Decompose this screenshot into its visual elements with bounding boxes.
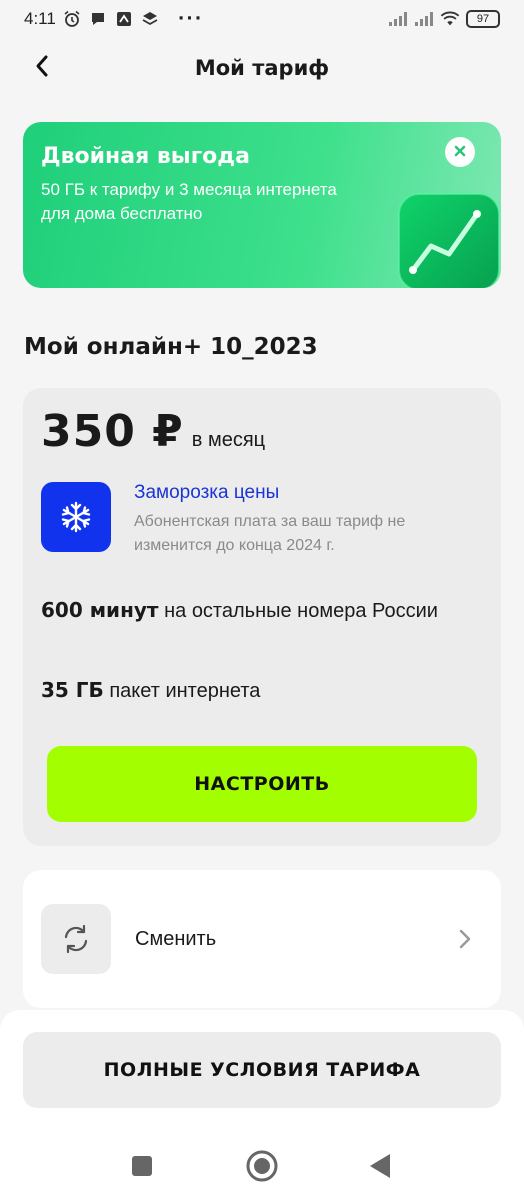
more-notifications: ··· bbox=[177, 9, 204, 29]
full-terms-button[interactable]: ПОЛНЫЕ УСЛОВИЯ ТАРИФА bbox=[23, 1032, 501, 1108]
close-icon bbox=[453, 143, 467, 162]
promo-text: 50 ГБ к тарифу и 3 месяца интернета для … bbox=[41, 180, 337, 223]
price-amount: 350 ₽ bbox=[41, 406, 184, 457]
feature-internet: 35 ГБ пакет интернета bbox=[41, 674, 481, 707]
battery-indicator: 97 bbox=[466, 10, 500, 28]
freeze-description: Абонентская плата за ваш тариф не измени… bbox=[134, 513, 406, 554]
feature-minutes-text: на остальные номера России bbox=[158, 600, 438, 622]
layers-icon bbox=[140, 9, 160, 29]
feature-internet-text: пакет интернета bbox=[103, 680, 261, 702]
status-left: 4:11 ··· bbox=[24, 9, 203, 29]
triangle-back-icon bbox=[368, 1153, 392, 1183]
signal-icon bbox=[388, 9, 408, 29]
recent-apps-button[interactable] bbox=[124, 1150, 160, 1186]
chevron-right-icon bbox=[455, 926, 475, 952]
promo-title: Двойная выгода bbox=[41, 144, 250, 169]
price: 350 ₽ в месяц bbox=[41, 406, 265, 457]
configure-button[interactable]: НАСТРОИТЬ bbox=[47, 746, 477, 822]
price-freeze: Заморозка цены Абонентская плата за ваш … bbox=[41, 482, 481, 562]
back-button[interactable] bbox=[26, 52, 58, 84]
page-title: Мой тариф bbox=[194, 56, 330, 80]
feature-minutes-value: 600 минут bbox=[41, 598, 159, 622]
system-nav-bar bbox=[0, 1136, 524, 1200]
change-label: Сменить bbox=[135, 928, 217, 950]
chart-illustration-icon bbox=[391, 190, 501, 288]
plan-name: Мой онлайн+ 10_2023 bbox=[24, 334, 318, 360]
change-plan-row[interactable]: Сменить bbox=[23, 870, 501, 1008]
feature-internet-value: 35 ГБ bbox=[41, 678, 104, 702]
home-button[interactable] bbox=[244, 1150, 280, 1186]
square-icon bbox=[131, 1155, 153, 1181]
alarm-icon bbox=[62, 9, 82, 29]
header: Мой тариф bbox=[0, 40, 524, 96]
chat-icon bbox=[88, 9, 108, 29]
signal-2-icon bbox=[414, 9, 434, 29]
system-back-button[interactable] bbox=[362, 1150, 398, 1186]
freeze-title[interactable]: Заморозка цены bbox=[134, 482, 279, 504]
status-bar: 4:11 ··· 97 bbox=[0, 0, 524, 38]
refresh-icon bbox=[41, 904, 111, 974]
chevron-left-icon bbox=[34, 54, 50, 82]
plan-card: 350 ₽ в месяц Заморозка цены Абонентская… bbox=[23, 388, 501, 846]
promo-close-button[interactable] bbox=[445, 137, 475, 167]
home-circle-icon bbox=[245, 1149, 279, 1187]
app-icon bbox=[114, 9, 134, 29]
status-time: 4:11 bbox=[24, 9, 56, 28]
price-period: в месяц bbox=[191, 429, 266, 451]
status-right: 97 bbox=[388, 9, 500, 29]
snowflake-icon bbox=[41, 482, 111, 552]
wifi-icon bbox=[440, 9, 460, 29]
promo-banner[interactable]: Двойная выгода 50 ГБ к тарифу и 3 месяца… bbox=[23, 122, 501, 288]
bottom-sheet: ПОЛНЫЕ УСЛОВИЯ ТАРИФА bbox=[0, 1010, 524, 1136]
feature-minutes: 600 минут на остальные номера России bbox=[41, 594, 481, 627]
